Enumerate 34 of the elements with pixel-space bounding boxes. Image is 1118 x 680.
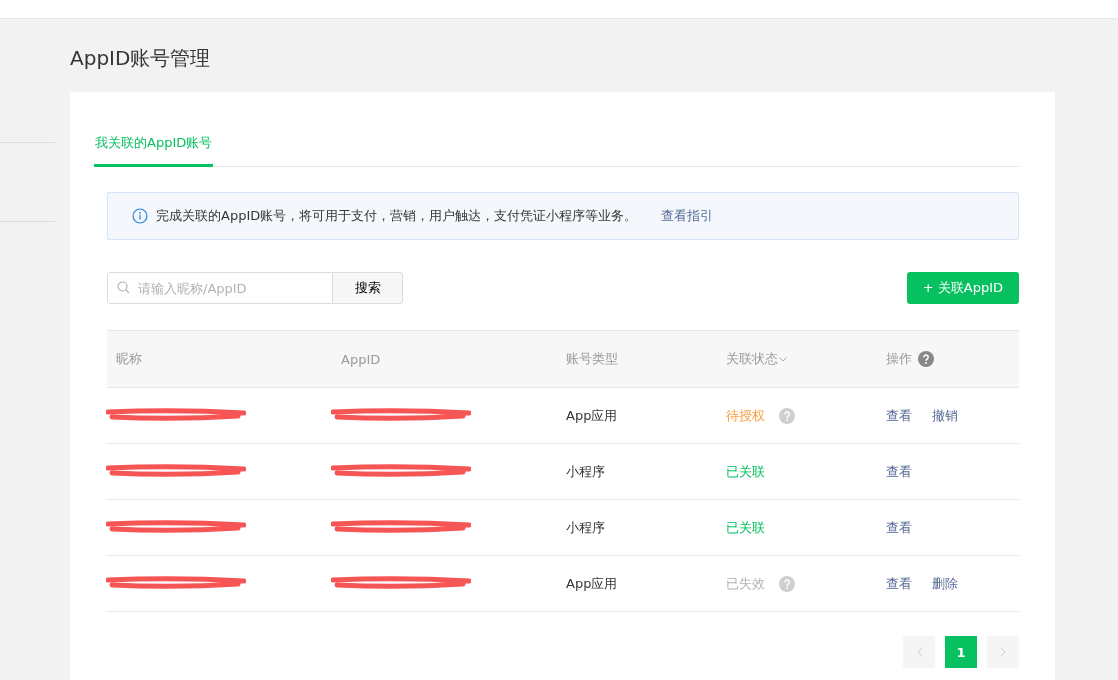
search-button[interactable]: 搜索 [333,272,403,304]
info-text: 完成关联的AppID账号，将可用于支付，营销，用户触达，支付凭证小程序等业务。 [156,207,638,225]
column-header: 关联状态 [726,350,778,368]
column-header: 操作 [886,350,912,368]
type-text: 小程序 [566,518,605,537]
guide-link[interactable]: 查看指引 [661,207,714,225]
column-header: 昵称 [116,350,142,368]
page-title: AppID账号管理 [70,45,212,72]
help-icon[interactable] [779,575,795,592]
column-header: AppID [341,351,381,367]
type-text: 小程序 [566,462,605,481]
search-field[interactable]: 请输入昵称/AppID [107,272,333,304]
type-text: App应用 [566,406,618,425]
info-icon [132,208,148,224]
status-text: 待授权 [726,406,765,425]
help-icon[interactable] [779,407,795,424]
action-link[interactable]: 查看 [886,406,912,425]
action-link[interactable]: 撤销 [932,406,958,425]
action-link[interactable]: 查看 [886,462,912,481]
next-page-button[interactable] [987,636,1019,668]
action-link[interactable]: 查看 [886,574,912,593]
chevron-left-icon [915,647,923,657]
previous-page-button[interactable] [903,636,935,668]
column-header: 账号类型 [566,350,618,368]
chevron-right-icon [999,647,1007,657]
status-text: 已关联 [726,518,765,537]
status-text: 已关联 [726,462,765,481]
search-icon [117,281,130,294]
caret-icon[interactable] [779,356,787,362]
help-icon[interactable] [918,351,934,367]
type-text: App应用 [566,574,618,593]
status-text: 已失效 [726,574,765,593]
action-link[interactable]: 删除 [932,574,958,593]
action-link[interactable]: 查看 [886,518,912,537]
